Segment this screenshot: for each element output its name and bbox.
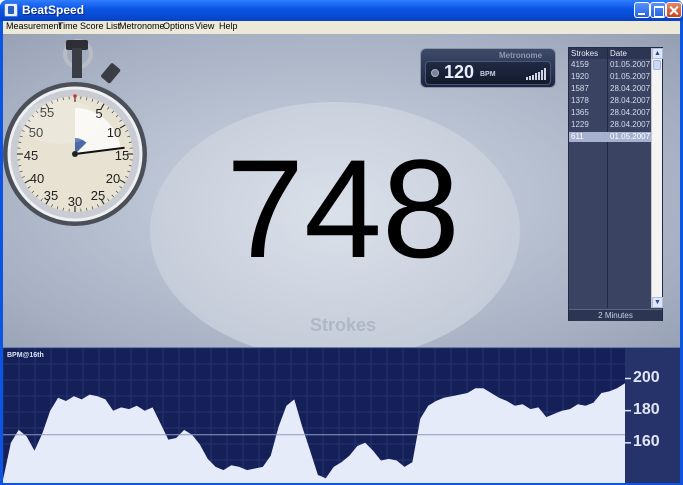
score-date: 01.05.2007 [610, 72, 651, 81]
bpm-graph: BPM@16th 200 180 160 [3, 347, 680, 483]
scroll-up-arrow-icon[interactable]: ▲ [652, 48, 663, 59]
score-strokes: 4159 [571, 60, 589, 69]
dial-number-10: 10 [107, 125, 121, 140]
menu-metronome[interactable]: Metronome [119, 21, 165, 31]
y-tick-200: 200 [633, 368, 660, 386]
metronome-widget[interactable]: Metronome 120 BPM [420, 48, 556, 88]
column-header-date[interactable]: Date [610, 49, 627, 58]
menu-measurement[interactable]: Measurement [6, 21, 61, 31]
menu-bar: Measurement Time Score List Metronome Op… [3, 21, 680, 34]
score-date: 28.04.2007 [610, 120, 651, 129]
bpm-graph-canvas [3, 348, 680, 483]
score-row[interactable]: 1587 28.04.2007 [569, 84, 651, 94]
scroll-down-arrow-icon[interactable]: ▼ [652, 297, 663, 308]
main-content: 748 Strokes 55 5 50 10 45 15 40 20 35 25… [0, 34, 680, 483]
score-date: 28.04.2007 [610, 108, 651, 117]
close-button[interactable] [666, 2, 682, 18]
score-date: 01.05.2007 [610, 132, 651, 141]
graph-title: BPM@16th [7, 352, 44, 359]
dial-number-45: 45 [24, 148, 38, 163]
dial-number-25: 25 [91, 188, 105, 203]
title-bar[interactable]: BeatSpeed [0, 0, 683, 21]
stopwatch-top-marker [73, 94, 77, 98]
dial-number-40: 40 [30, 171, 44, 186]
score-list-footer: 2 Minutes [569, 309, 662, 321]
score-list-header: Strokes Date [569, 48, 651, 59]
score-strokes: 1378 [571, 96, 589, 105]
window-title: BeatSpeed [22, 3, 85, 17]
menu-view[interactable]: View [195, 21, 214, 31]
dial-number-15: 15 [115, 148, 129, 163]
metronome-display: 120 BPM [425, 61, 551, 85]
stopwatch-glass-reflection [20, 100, 100, 144]
score-row-selected[interactable]: 611 01.05.2007 [569, 132, 651, 142]
dial-number-20: 20 [106, 171, 120, 186]
score-date: 28.04.2007 [610, 96, 651, 105]
stopwatch-stem [72, 48, 82, 78]
score-strokes: 1587 [571, 84, 589, 93]
counter-panel: 748 Strokes 55 5 50 10 45 15 40 20 35 25… [0, 34, 680, 360]
score-list-scrollbar[interactable]: ▲ ▼ [651, 48, 663, 308]
column-header-strokes[interactable]: Strokes [571, 49, 598, 58]
scrollbar-thumb[interactable] [653, 60, 661, 70]
app-window: BeatSpeed Measurement Time Score List Me… [0, 0, 683, 485]
score-list: Strokes Date 4159 01.05.2007 1920 01.05.20… [568, 47, 663, 321]
maximize-button[interactable] [650, 2, 666, 18]
menu-score-list[interactable]: Score List [80, 21, 120, 31]
score-strokes: 611 [571, 132, 584, 141]
score-date: 01.05.2007 [610, 60, 651, 69]
stopwatch-pivot [72, 151, 78, 157]
y-tick-180: 180 [633, 400, 660, 418]
stroke-count-label: Strokes [309, 315, 377, 335]
app-icon [4, 3, 18, 17]
dial-number-35: 35 [44, 188, 58, 203]
score-date: 28.04.2007 [610, 84, 651, 93]
menu-time[interactable]: Time [58, 21, 78, 31]
score-strokes: 1365 [571, 108, 589, 117]
menu-help[interactable]: Help [219, 21, 238, 31]
score-row[interactable]: 4159 01.05.2007 [569, 60, 651, 70]
minimize-button[interactable] [634, 2, 650, 18]
volume-bars-icon[interactable] [526, 68, 550, 80]
metronome-knob-icon[interactable] [431, 69, 439, 77]
score-row[interactable]: 1229 28.04.2007 [569, 120, 651, 130]
score-strokes: 1229 [571, 120, 589, 129]
score-row[interactable]: 1920 01.05.2007 [569, 72, 651, 82]
menu-options[interactable]: Options [163, 21, 194, 31]
score-row[interactable]: 1365 28.04.2007 [569, 108, 651, 118]
stopwatch-side-button[interactable] [100, 62, 121, 84]
score-row[interactable]: 1378 28.04.2007 [569, 96, 651, 106]
stroke-count: 748 [226, 130, 460, 287]
stopwatch[interactable]: 55 5 50 10 45 15 40 20 35 25 30 [0, 34, 160, 254]
metronome-bpm-value: 120 [444, 62, 475, 82]
metronome-title: Metronome [499, 51, 543, 60]
score-strokes: 1920 [571, 72, 589, 81]
y-tick-160: 160 [633, 432, 660, 450]
metronome-bpm-unit: BPM [480, 71, 496, 78]
dial-number-30: 30 [68, 194, 82, 209]
